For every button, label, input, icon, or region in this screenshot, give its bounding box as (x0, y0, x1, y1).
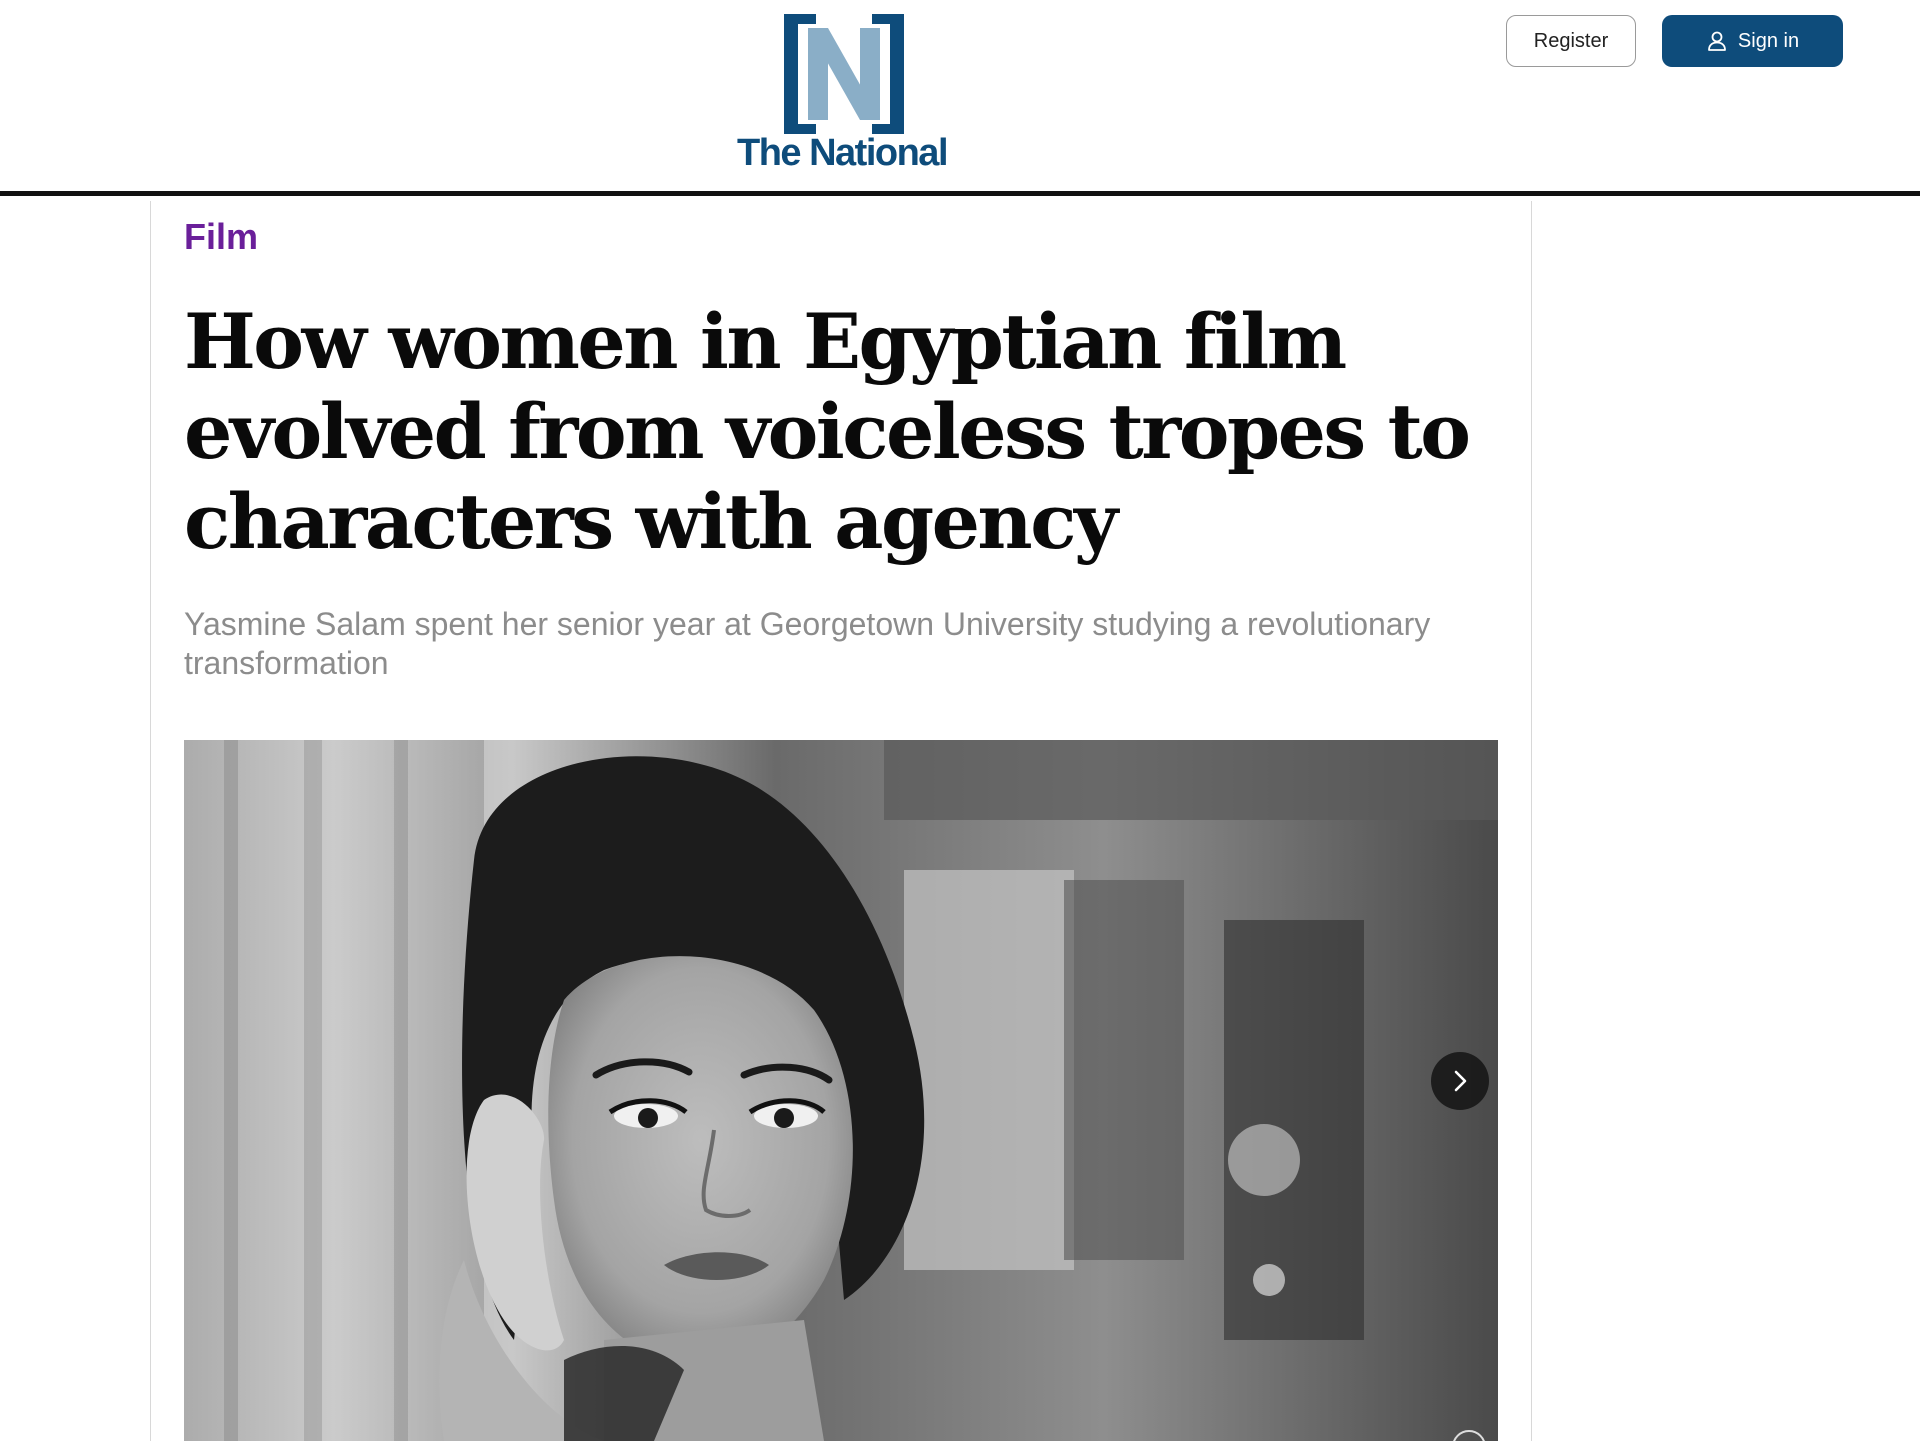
register-button-label: Register (1533, 29, 1609, 52)
site-header: The National Register Sign in (0, 0, 1920, 196)
logo-n-icon (784, 14, 904, 134)
register-button[interactable]: Register (1506, 15, 1636, 67)
hero-photo (184, 740, 1498, 1441)
hero-image-carousel (184, 740, 1498, 1441)
article-standfirst: Yasmine Salam spent her senior year at G… (184, 606, 1431, 681)
site-logo[interactable]: The National (722, 14, 962, 174)
carousel-next-button[interactable] (1431, 1052, 1489, 1110)
article-headline: How women in Egyptian film evolved from … (184, 297, 1471, 566)
sign-in-button[interactable]: Sign in (1662, 15, 1843, 67)
chevron-right-icon (1454, 1070, 1467, 1092)
section-kicker-link[interactable]: Film (184, 215, 258, 258)
logo-wordmark: The National (736, 132, 949, 174)
article: Film How women in Egyptian film evolved … (150, 201, 1532, 1441)
user-icon (1708, 31, 1726, 51)
sign-in-button-label: Sign in (1737, 29, 1800, 52)
